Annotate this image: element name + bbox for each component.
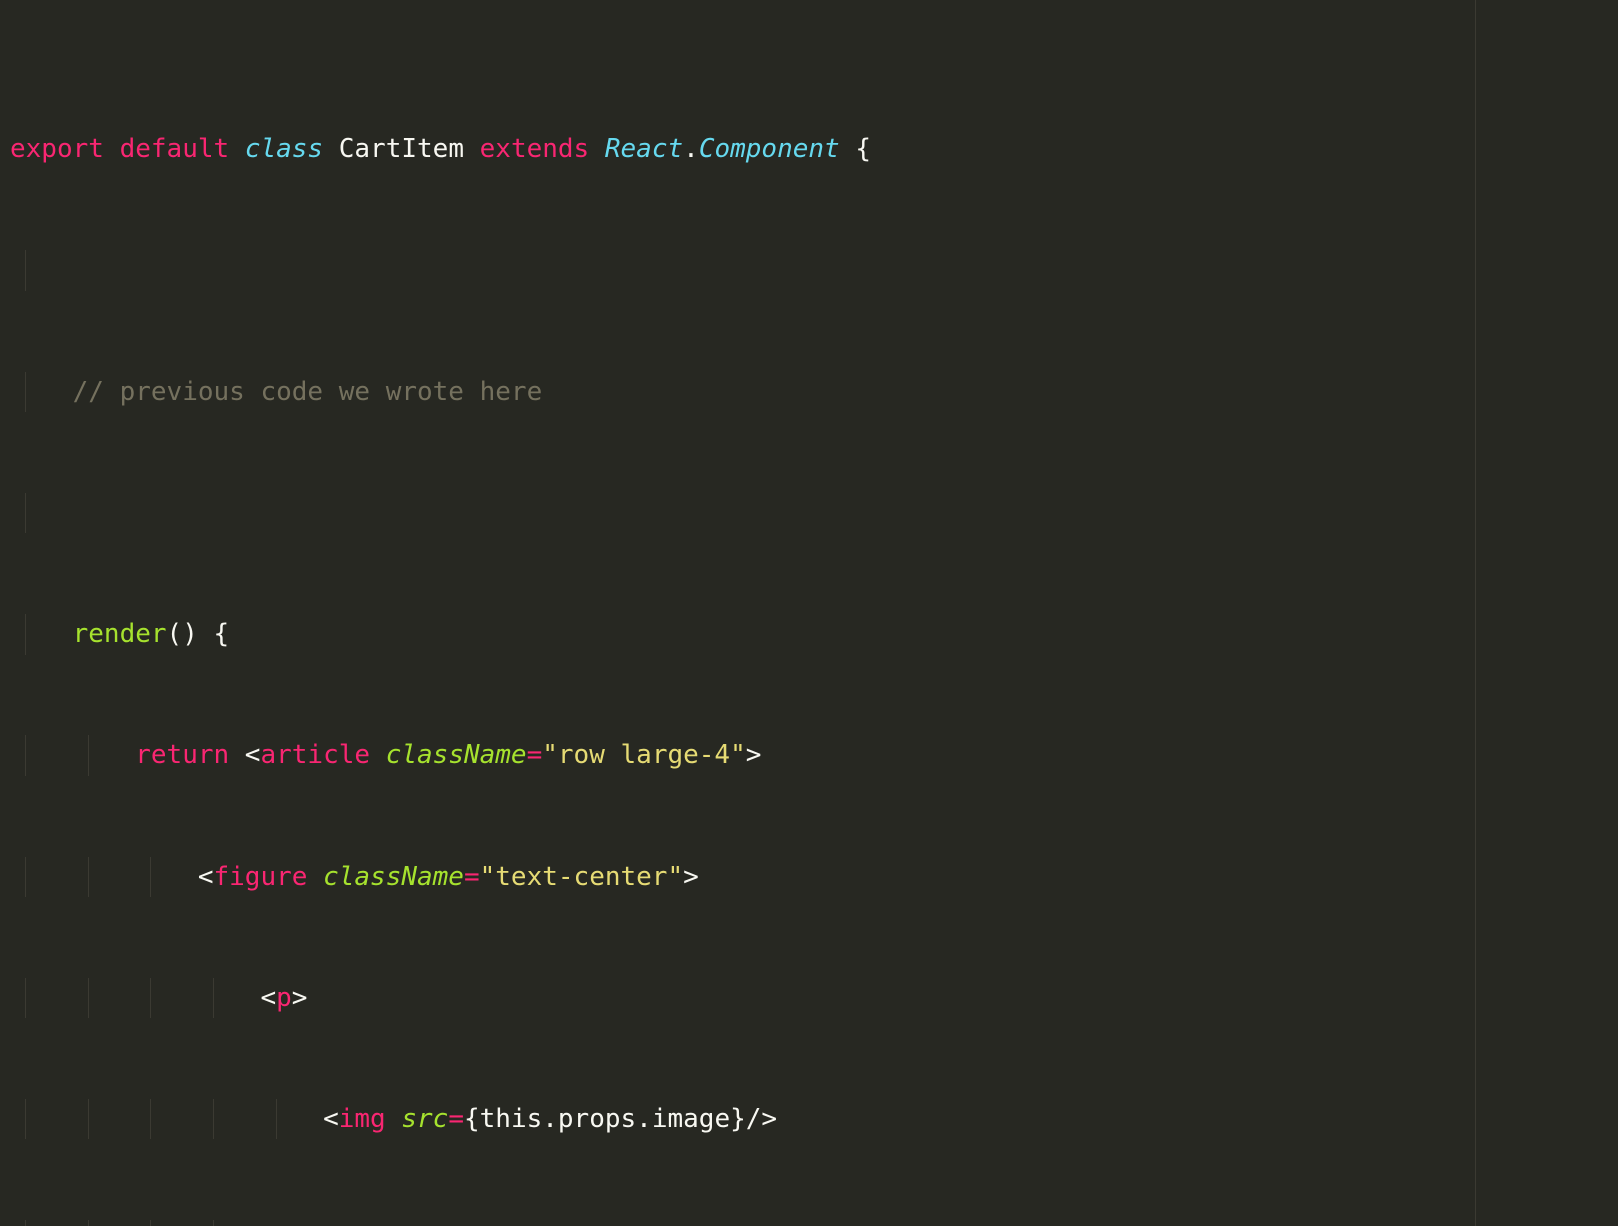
code-line: render() { <box>10 614 1608 654</box>
code-line: export default class CartItem extends Re… <box>10 129 1608 169</box>
code-line: <figure className="text-center"> <box>10 857 1608 897</box>
keyword-return: return <box>135 740 229 770</box>
code-line: // previous code we wrote here <box>10 372 1608 412</box>
comment: // previous code we wrote here <box>73 377 543 407</box>
code-line <box>10 250 1608 290</box>
react-ident: React <box>605 134 683 164</box>
code-line: </p> <box>10 1220 1608 1226</box>
keyword-default: default <box>120 134 230 164</box>
keyword-extends: extends <box>480 134 590 164</box>
class-name: CartItem <box>339 134 464 164</box>
keyword-export: export <box>10 134 104 164</box>
keyword-class: class <box>245 134 323 164</box>
wrap-ruler <box>1475 0 1476 1226</box>
method-render: render <box>73 619 167 649</box>
code-line: <p> <box>10 978 1608 1018</box>
code-line: return <article className="row large-4"> <box>10 735 1608 775</box>
code-line: <img src={this.props.image}/> <box>10 1099 1608 1139</box>
component-ident: Component <box>699 134 840 164</box>
code-editor[interactable]: export default class CartItem extends Re… <box>0 0 1618 1226</box>
code-line <box>10 493 1608 533</box>
